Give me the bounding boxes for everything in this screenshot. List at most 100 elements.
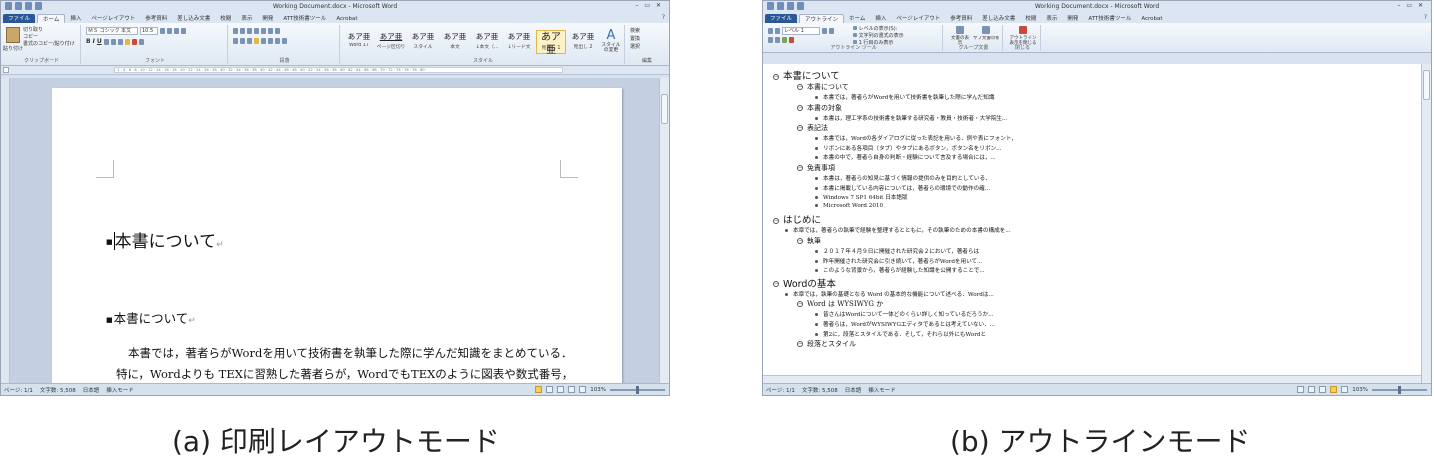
tab-references[interactable]: 参考資料 bbox=[945, 14, 977, 23]
expand-symbol-icon[interactable]: − bbox=[797, 125, 803, 132]
expand-symbol-icon[interactable]: − bbox=[797, 84, 803, 90]
subscript-icon[interactable] bbox=[110, 38, 116, 45]
web-layout-view-icon[interactable] bbox=[557, 386, 565, 393]
highlight-icon[interactable] bbox=[124, 38, 130, 45]
expand-symbol-icon[interactable]: − bbox=[797, 165, 803, 171]
expand-symbol-icon[interactable]: − bbox=[797, 238, 803, 244]
show-text-format-checkbox[interactable]: 文字列の書式の表示 bbox=[853, 33, 904, 40]
show-marks-icon[interactable] bbox=[275, 28, 280, 34]
phonetic-icon[interactable] bbox=[181, 28, 186, 34]
outline-heading-1[interactable]: − はじめに bbox=[773, 212, 1013, 226]
decrease-indent-icon[interactable] bbox=[254, 28, 259, 34]
expand-symbol-icon[interactable]: − bbox=[773, 217, 779, 224]
language[interactable]: 日本語 bbox=[83, 386, 100, 394]
tab-home[interactable]: ホーム bbox=[37, 14, 66, 23]
tab-page-layout[interactable]: ページレイアウト bbox=[86, 14, 140, 23]
style-word17[interactable]: あア亜 Word 17 bbox=[344, 30, 374, 54]
expand-icon[interactable] bbox=[782, 37, 787, 43]
zoom-slider[interactable] bbox=[610, 385, 665, 394]
expand-symbol-icon[interactable]: − bbox=[797, 341, 803, 348]
tab-page-layout[interactable]: ページレイアウト bbox=[891, 14, 945, 23]
replace-button[interactable]: 置換 bbox=[630, 35, 640, 43]
heading-2[interactable]: ■本書について↵ bbox=[106, 308, 196, 327]
language[interactable]: 日本語 bbox=[845, 386, 862, 394]
collapse-icon[interactable] bbox=[789, 37, 794, 43]
print-layout-view-icon[interactable] bbox=[1297, 386, 1305, 393]
style-lead[interactable]: あア亜 ↓リード文 bbox=[504, 30, 534, 54]
show-level-combo[interactable]: レベルの表示(S): bbox=[853, 26, 904, 33]
outline-body-text[interactable]: リボンにある各項目（タブ）やタブにあるボタン，ボタン名をリボン... bbox=[815, 144, 1013, 152]
style-body[interactable]: あア亜 本文 bbox=[440, 30, 470, 54]
align-left-icon[interactable] bbox=[233, 38, 238, 44]
align-right-icon[interactable] bbox=[247, 38, 252, 44]
outline-heading-2[interactable]: − Word は WYSIWYG か bbox=[797, 299, 1013, 309]
tab-acrobat[interactable]: Acrobat bbox=[1136, 14, 1167, 23]
tab-review[interactable]: 校閲 bbox=[215, 14, 236, 23]
tab-acrobat[interactable]: Acrobat bbox=[331, 14, 362, 23]
expand-symbol-icon[interactable]: − bbox=[797, 301, 803, 308]
change-styles-button[interactable]: A スタイルの変更 bbox=[600, 29, 622, 54]
close-outline-button[interactable]: アウトライン表示を閉じる bbox=[1008, 26, 1038, 46]
outline-heading-2[interactable]: − 表記法 bbox=[797, 123, 1013, 133]
style-style[interactable]: あア亜 スタイル bbox=[408, 30, 438, 54]
underline-icon[interactable]: U bbox=[97, 38, 102, 45]
outline-body-text[interactable]: 本章では，執筆の基礎となる Word の基本的な機能について述べる．Wordは.… bbox=[785, 290, 1013, 298]
expand-symbol-icon[interactable]: − bbox=[773, 73, 779, 80]
move-up-icon[interactable] bbox=[768, 37, 773, 43]
paste-icon[interactable] bbox=[6, 27, 20, 43]
print-layout-view-icon[interactable] bbox=[535, 386, 543, 393]
tab-selector[interactable] bbox=[3, 67, 9, 73]
tab-file[interactable]: ファイル bbox=[3, 14, 36, 23]
window-controls[interactable]: – ▭ ✕ bbox=[635, 2, 663, 9]
insert-mode[interactable]: 挿入モード bbox=[106, 386, 134, 394]
draft-view-icon[interactable] bbox=[1341, 386, 1349, 393]
help-icon[interactable]: ? bbox=[1424, 14, 1427, 21]
tab-home[interactable]: ホーム bbox=[844, 14, 870, 23]
increase-indent-icon[interactable] bbox=[261, 28, 266, 34]
outline-body-text[interactable]: 本書は，理工学系の技術書を執筆する研究者・教員・技術者・大学院生... bbox=[815, 114, 1013, 122]
shading-icon[interactable] bbox=[275, 38, 280, 44]
document-page[interactable]: ■ 本書について↵ ■本書について↵ 本書では，著者らがWordを用いて技術書を執… bbox=[52, 88, 622, 383]
outline-body-text[interactable]: このような背景から，著者らが経験した知識を公開することで... bbox=[815, 266, 1013, 274]
select-button[interactable]: 選択 bbox=[630, 43, 640, 51]
help-icon[interactable]: ? bbox=[662, 14, 665, 21]
tab-mailings[interactable]: 差し込み文書 bbox=[977, 14, 1020, 23]
clear-format-icon[interactable] bbox=[174, 28, 179, 34]
page-count[interactable]: ページ: 1/1 bbox=[766, 386, 795, 394]
outline-view-icon[interactable] bbox=[568, 386, 576, 393]
tab-review[interactable]: 校閲 bbox=[1020, 14, 1041, 23]
outline-body-text[interactable]: 本書では，Wordの各ダイアログに従った表記を用いる．例や表にフォント，書... bbox=[815, 134, 1013, 142]
insert-mode[interactable]: 挿入モード bbox=[868, 386, 896, 394]
expand-symbol-icon[interactable]: − bbox=[773, 281, 779, 288]
outline-document[interactable]: − 本書について − 本書について 本書では，著者らがWordを用いて技術書を執筆した際… bbox=[763, 64, 1421, 383]
heading-1[interactable]: ■ 本書について↵ bbox=[106, 227, 224, 252]
outline-heading-1[interactable]: − 本書について bbox=[773, 68, 1013, 82]
outline-body-text[interactable]: 本書に掲載している内容については，著者らの環境での動作の確... bbox=[815, 184, 1013, 192]
horizontal-ruler[interactable]: · 2 · 4 · 6 · 8 · 10 · 12 · 14 · 16 · 18… bbox=[1, 66, 669, 75]
outline-heading-2[interactable]: − 本書の対象 bbox=[797, 103, 1013, 113]
outline-level-combo[interactable]: レベル 1 bbox=[782, 27, 820, 35]
italic-icon[interactable]: I bbox=[93, 38, 95, 45]
expand-symbol-icon[interactable]: − bbox=[797, 104, 803, 111]
font-size-combo[interactable]: 10.5 bbox=[140, 27, 158, 35]
zoom-level[interactable]: 103% bbox=[1352, 387, 1368, 393]
demote-icon[interactable] bbox=[822, 28, 827, 34]
strikethrough-icon[interactable] bbox=[103, 38, 109, 45]
outline-body-text[interactable]: 皆さんはWordについて一体どのくらい詳しく知っているだろうか... bbox=[815, 310, 1013, 318]
tab-outlining[interactable]: アウトライン bbox=[799, 14, 845, 23]
fullscreen-view-icon[interactable] bbox=[1308, 386, 1316, 393]
outline-heading-2[interactable]: − 本書について bbox=[797, 82, 1013, 92]
tab-developer[interactable]: 開発 bbox=[257, 14, 278, 23]
outline-body-text[interactable]: 本書の中で，著者ら自身の判断・経験について言及する場合には，... bbox=[815, 153, 1013, 161]
borders-icon[interactable] bbox=[282, 38, 287, 44]
outline-body-text[interactable]: 第2に，段落とスタイルである．そして，それら以外にもWordと bbox=[815, 330, 1013, 338]
window-controls[interactable]: – ▭ ✕ bbox=[1397, 2, 1425, 9]
tab-view[interactable]: 表示 bbox=[236, 14, 257, 23]
font-color-icon[interactable] bbox=[131, 38, 137, 45]
vertical-scrollbar[interactable] bbox=[659, 78, 669, 383]
outline-heading-2[interactable]: − 段落とスタイル bbox=[797, 339, 1013, 349]
web-layout-view-icon[interactable] bbox=[1319, 386, 1327, 393]
shrink-font-icon[interactable] bbox=[167, 28, 172, 34]
tab-att-tools[interactable]: ATT技術書ツール bbox=[1083, 14, 1136, 23]
body-paragraph[interactable]: 本書では，著者らがWordを用いて技術書を執筆した際に学んだ知識をまとめている．… bbox=[116, 343, 586, 383]
